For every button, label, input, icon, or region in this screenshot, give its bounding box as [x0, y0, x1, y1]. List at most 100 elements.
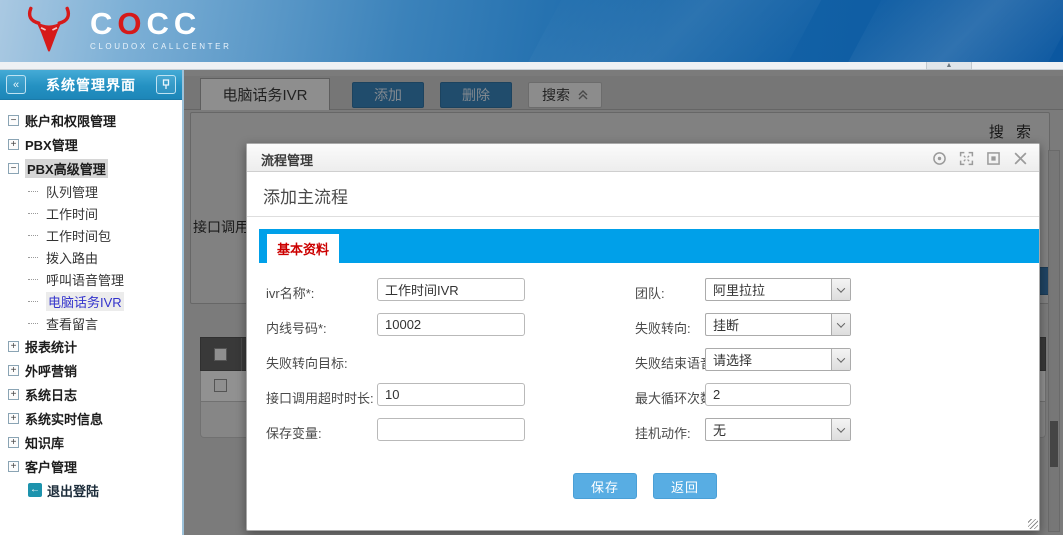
logo-subtext: CLOUDOX CALLCENTER	[90, 42, 232, 51]
sidebar-header: « 系统管理界面	[0, 70, 182, 100]
team-label: 团队:	[635, 283, 665, 302]
logo-text: COCC CLOUDOX CALLCENTER	[90, 9, 232, 51]
double-chevron-left-icon: «	[13, 79, 19, 91]
tree-collapse-icon[interactable]: −	[8, 115, 19, 126]
save-variable-label: 保存变量:	[266, 423, 322, 442]
tree-expand-icon[interactable]: +	[8, 437, 19, 448]
logo-letter-red: O	[117, 6, 146, 41]
sidebar-item-label: PBX管理	[25, 135, 78, 154]
sidebar-item-logout[interactable]: ← 退出登陆	[6, 478, 182, 502]
api-timeout-label: 接口调用超时时长:	[266, 388, 374, 407]
sidebar-item-work-time[interactable]: 工作时间	[6, 202, 182, 224]
sidebar-item-label: 查看留言	[46, 314, 98, 333]
api-timeout-field[interactable]	[377, 383, 525, 406]
tabs-bar	[259, 229, 1039, 263]
fail-redirect-select-value: 挂断	[706, 315, 831, 334]
restore-icon[interactable]	[984, 149, 1002, 167]
tree-branch-line	[28, 191, 38, 192]
sidebar-item-label: 电脑话务IVR	[46, 292, 124, 311]
logout-icon: ←	[28, 483, 42, 497]
sidebar-item-label: 退出登陆	[47, 481, 99, 500]
sidebar-item-label: 报表统计	[25, 337, 77, 356]
sidebar-item-label: 呼叫语音管理	[46, 270, 124, 289]
tab-basic-info[interactable]: 基本资料	[267, 234, 339, 263]
sidebar-item-pbx-advanced[interactable]: −PBX高级管理	[6, 156, 182, 180]
sidebar-item-computer-ivr[interactable]: 电脑话务IVR	[6, 290, 182, 312]
tree-expand-icon[interactable]: +	[8, 365, 19, 376]
sidebar-title: 系统管理界面	[0, 75, 182, 95]
tree-branch-line	[28, 235, 38, 236]
chevron-down-icon[interactable]	[831, 314, 850, 335]
sidebar-item-label: 工作时间包	[46, 226, 111, 245]
sidebar: « 系统管理界面 −账户和权限管理 +PBX管理 −PBX高级管理 队列管理 工…	[0, 70, 184, 535]
sidebar-item-label: 知识库	[25, 433, 64, 452]
sidebar-item-label: 系统日志	[25, 385, 77, 404]
ivr-name-field[interactable]	[377, 278, 525, 301]
fail-redirect-select[interactable]: 挂断	[705, 313, 851, 336]
save-variable-field[interactable]	[377, 418, 525, 441]
sidebar-item-label: 工作时间	[46, 204, 98, 223]
sidebar-item-knowledge-base[interactable]: + 知识库	[6, 430, 182, 454]
fail-end-voice-select-value: 请选择	[706, 350, 831, 369]
tree-expand-icon[interactable]: +	[8, 341, 19, 352]
refresh-circle-icon[interactable]	[930, 149, 948, 167]
sidebar-item-label: 系统实时信息	[25, 409, 103, 428]
sidebar-pin-button[interactable]	[156, 75, 176, 94]
chevron-down-icon[interactable]	[831, 349, 850, 370]
sidebar-item-label: 外呼营销	[25, 361, 77, 380]
logo-letter: C	[90, 6, 117, 41]
tree-branch-line	[28, 301, 38, 302]
sidebar-item-customer-management[interactable]: +客户管理	[6, 454, 182, 478]
save-button[interactable]: 保存	[573, 473, 637, 499]
tree-expand-icon[interactable]: +	[8, 139, 19, 150]
sidebar-tree: −账户和权限管理 +PBX管理 −PBX高级管理 队列管理 工作时间 工作时间包…	[0, 100, 182, 502]
sidebar-item-view-messages[interactable]: 查看留言	[6, 312, 182, 334]
sidebar-item-label: PBX高级管理	[25, 159, 108, 178]
hangup-action-label: 挂机动作:	[635, 423, 691, 442]
back-button[interactable]: 返回	[653, 473, 717, 499]
logo-wordmark: COCC	[90, 9, 232, 39]
tree-collapse-icon[interactable]: −	[8, 163, 19, 174]
dialog-subtitle-bar: 添加主流程	[247, 172, 1039, 217]
dialog-titlebar[interactable]: 流程管理	[247, 144, 1039, 172]
maximize-icon[interactable]	[957, 149, 975, 167]
chevron-down-icon[interactable]	[831, 419, 850, 440]
team-select[interactable]: 阿里拉拉	[705, 278, 851, 301]
resize-handle-bottom-right[interactable]	[1028, 519, 1038, 529]
sidebar-item-work-time-package[interactable]: 工作时间包	[6, 224, 182, 246]
sidebar-item-system-log[interactable]: + 系统日志	[6, 382, 182, 406]
collapse-header-button[interactable]: ▲	[926, 62, 972, 70]
bull-logo-icon	[26, 5, 72, 55]
extension-number-field[interactable]	[377, 313, 525, 336]
chevron-up-icon: ▲	[946, 63, 953, 69]
tree-expand-icon[interactable]: +	[8, 413, 19, 424]
sidebar-item-label: 队列管理	[46, 182, 98, 201]
sidebar-item-system-realtime-info[interactable]: + 系统实时信息	[6, 406, 182, 430]
tree-expand-icon[interactable]: +	[8, 461, 19, 472]
close-icon[interactable]	[1011, 149, 1029, 167]
chevron-down-icon[interactable]	[831, 279, 850, 300]
sidebar-item-outbound-marketing[interactable]: + 外呼营销	[6, 358, 182, 382]
team-select-value: 阿里拉拉	[706, 280, 831, 299]
app-header: COCC CLOUDOX CALLCENTER	[0, 0, 1063, 62]
logo-letter: C	[147, 6, 174, 41]
sidebar-item-dial-in-route[interactable]: 拨入路由	[6, 246, 182, 268]
header-streak	[503, 0, 837, 62]
hangup-action-select[interactable]: 无	[705, 418, 851, 441]
sidebar-item-pbx[interactable]: + PBX管理	[6, 132, 182, 156]
sidebar-item-label: 拨入路由	[46, 248, 98, 267]
tree-branch-line	[28, 323, 38, 324]
dialog-window-controls	[930, 149, 1029, 167]
sidebar-collapse-button[interactable]: «	[6, 75, 26, 94]
max-loop-count-field[interactable]	[705, 383, 851, 406]
sidebar-item-report-statistics[interactable]: + 报表统计	[6, 334, 182, 358]
process-management-dialog: 流程管理 添加主流程 基本资料 ivr名称*:	[246, 143, 1040, 531]
pin-icon	[161, 79, 171, 90]
sidebar-item-call-voice-management[interactable]: 呼叫语音管理	[6, 268, 182, 290]
tree-expand-icon[interactable]: +	[8, 389, 19, 400]
dialog-subtitle: 添加主流程	[263, 183, 348, 208]
fail-end-voice-select[interactable]: 请选择	[705, 348, 851, 371]
header-streak	[823, 0, 1063, 62]
sidebar-item-account-permissions[interactable]: −账户和权限管理	[6, 108, 182, 132]
sidebar-item-queue-management[interactable]: 队列管理	[6, 180, 182, 202]
